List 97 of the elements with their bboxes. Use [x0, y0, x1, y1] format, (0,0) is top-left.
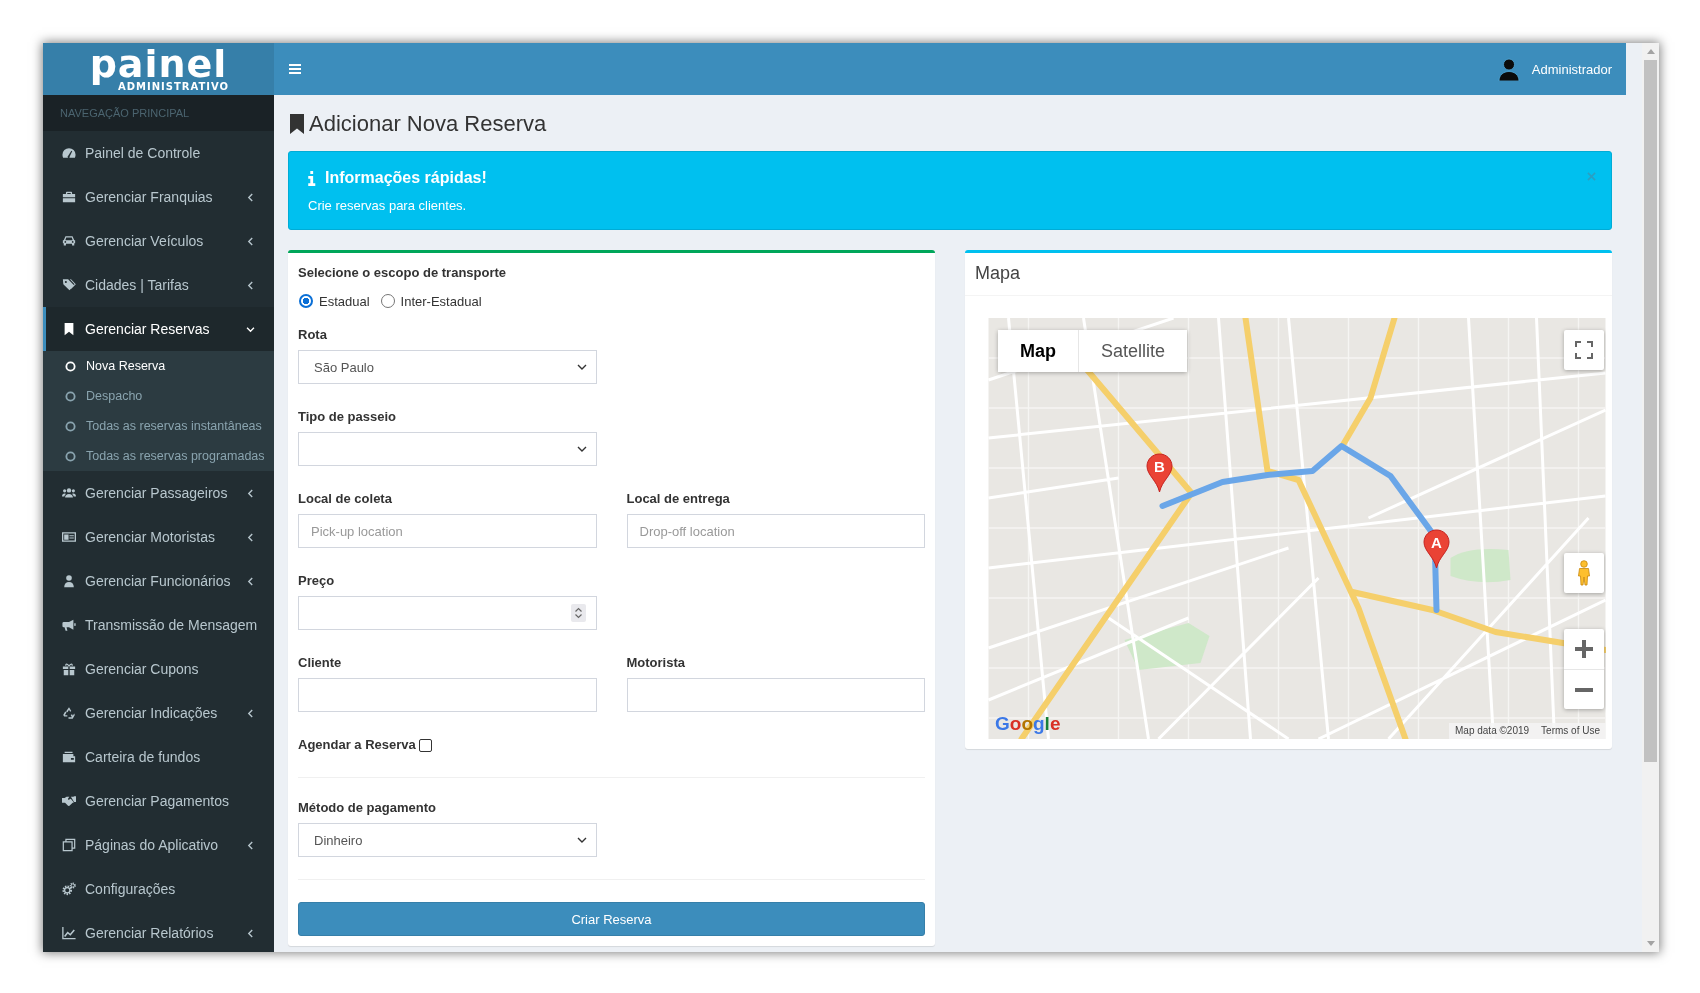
select-field[interactable]: São Paulo	[298, 350, 597, 384]
submit-button[interactable]: Criar Reserva	[298, 902, 925, 936]
megaphone-icon	[62, 618, 76, 632]
user-icon	[62, 574, 76, 588]
sidebar-item[interactable]: Gerenciar Veículos	[43, 219, 274, 263]
field-label: Selecione o escopo de transporte	[298, 264, 508, 282]
gears-icon	[62, 882, 76, 896]
scroll-down-icon[interactable]	[1646, 941, 1655, 946]
chevron-down-icon	[576, 446, 587, 452]
sidebar-item[interactable]: Gerenciar Relatórios	[43, 911, 274, 952]
field-label: Local de coleta	[298, 490, 393, 508]
number-field[interactable]	[298, 596, 597, 630]
input-field[interactable]	[626, 678, 925, 712]
sidebar-item[interactable]: Gerenciar Reservas	[43, 307, 274, 351]
circle-icon	[65, 390, 76, 402]
fullscreen-button[interactable]	[1564, 330, 1604, 370]
sidebar-item[interactable]: Gerenciar Motoristas	[43, 515, 274, 559]
street-view-button[interactable]	[1564, 553, 1604, 593]
field-label: Agendar a Reserva	[298, 736, 416, 754]
bookmark-icon	[289, 114, 305, 134]
users-icon	[62, 486, 76, 500]
submenu-item[interactable]: Todas as reservas programadas	[43, 441, 274, 471]
spinner-icon[interactable]	[570, 604, 586, 622]
submenu-item[interactable]: Todas as reservas instantâneas	[43, 411, 274, 441]
circle-icon	[65, 450, 76, 462]
sidebar-item[interactable]: Gerenciar Passageiros	[43, 471, 274, 515]
minus-icon	[1575, 687, 1593, 692]
car-icon	[62, 234, 76, 248]
scroll-up-icon[interactable]	[1646, 49, 1655, 54]
user-menu[interactable]: Administrador	[1497, 57, 1612, 81]
sidebar-item[interactable]: Carteira de fundos	[43, 735, 274, 779]
select-field[interactable]	[298, 432, 597, 466]
fullscreen-icon	[1575, 341, 1593, 359]
field-label: Cliente	[298, 654, 343, 672]
bookmark-icon	[62, 322, 76, 336]
submenu-item[interactable]: Despacho	[43, 381, 274, 411]
radio-label: Inter-Estadual	[400, 293, 482, 309]
person-icon	[1577, 560, 1591, 586]
info-icon	[308, 170, 316, 186]
chevron-down-icon	[576, 837, 587, 843]
sidebar-item[interactable]: Cidades | Tarifas	[43, 263, 274, 307]
chevron-down-icon	[576, 364, 587, 370]
gift-icon	[62, 662, 76, 676]
checkbox[interactable]	[418, 738, 432, 752]
briefcase-icon	[62, 190, 76, 204]
radio-button[interactable]	[380, 294, 395, 308]
pages-icon	[62, 838, 76, 852]
field-label: Tipo de passeio	[298, 408, 397, 426]
terms-link[interactable]: Terms of Use	[1541, 724, 1600, 738]
input-field[interactable]: Drop-off location	[626, 514, 925, 548]
close-icon	[1587, 172, 1596, 181]
map-logo: Google	[995, 713, 1061, 735]
sidebar-item[interactable]: Gerenciar Indicações	[43, 691, 274, 735]
user-silhouette-icon	[1497, 57, 1520, 81]
map-type-tab[interactable]: Satellite	[1078, 330, 1188, 372]
menu-icon	[289, 64, 301, 74]
scrollbar[interactable]	[1642, 43, 1659, 952]
submenu-item[interactable]: Nova Reserva	[43, 351, 274, 381]
field-label: Motorista	[626, 654, 686, 672]
alert-message: Crie reservas para clientes.	[308, 197, 468, 215]
field-label: Método de pagamento	[298, 799, 437, 817]
scrollbar-thumb[interactable]	[1644, 60, 1657, 762]
sidebar-item[interactable]: Gerenciar Funcionários	[43, 559, 274, 603]
card-title: Mapa	[975, 263, 1021, 283]
id-card-icon	[62, 530, 76, 544]
map-type-tab[interactable]: Map	[998, 330, 1078, 372]
circle-icon	[65, 420, 76, 432]
map-attribution: Map data ©2019	[1455, 724, 1530, 738]
sidebar-item[interactable]: Gerenciar Pagamentos	[43, 779, 274, 823]
sidebar-item[interactable]: Gerenciar Cupons	[43, 647, 274, 691]
field-label: Rota	[298, 326, 328, 344]
sidebar-item[interactable]: Painel de Controle	[43, 131, 274, 175]
plus-icon	[1575, 640, 1593, 658]
close-button[interactable]	[1587, 172, 1596, 181]
field-label: Preço	[298, 572, 336, 590]
sidebar-item[interactable]: Páginas do Aplicativo	[43, 823, 274, 867]
page-title: Adicionar Nova Reserva	[309, 110, 547, 138]
alert-title: Informações rápidas!	[325, 169, 487, 187]
input-field[interactable]	[298, 678, 597, 712]
radio-button[interactable]	[299, 294, 313, 308]
map-marker: A	[1423, 529, 1450, 569]
tags-icon	[62, 278, 76, 292]
radio-label: Estadual	[319, 293, 370, 309]
wallet-icon	[62, 750, 76, 764]
map-marker: B	[1146, 453, 1173, 493]
recycle-icon	[62, 706, 76, 720]
circle-icon	[65, 360, 76, 372]
field-label: Local de entrega	[626, 490, 731, 508]
handshake-icon	[62, 794, 76, 808]
gauge-icon	[62, 146, 76, 160]
sidebar-item[interactable]: Gerenciar Franquias	[43, 175, 274, 219]
sidebar-section-header: NAVEGAÇÃO PRINCIPAL	[43, 95, 274, 131]
select-field[interactable]: Dinheiro	[298, 823, 597, 857]
input-field[interactable]: Pick-up location	[298, 514, 597, 548]
sidebar-item[interactable]: Configurações	[43, 867, 274, 911]
sidebar-item[interactable]: Transmissão de Mensagem	[43, 603, 274, 647]
line-chart-icon	[62, 926, 76, 940]
